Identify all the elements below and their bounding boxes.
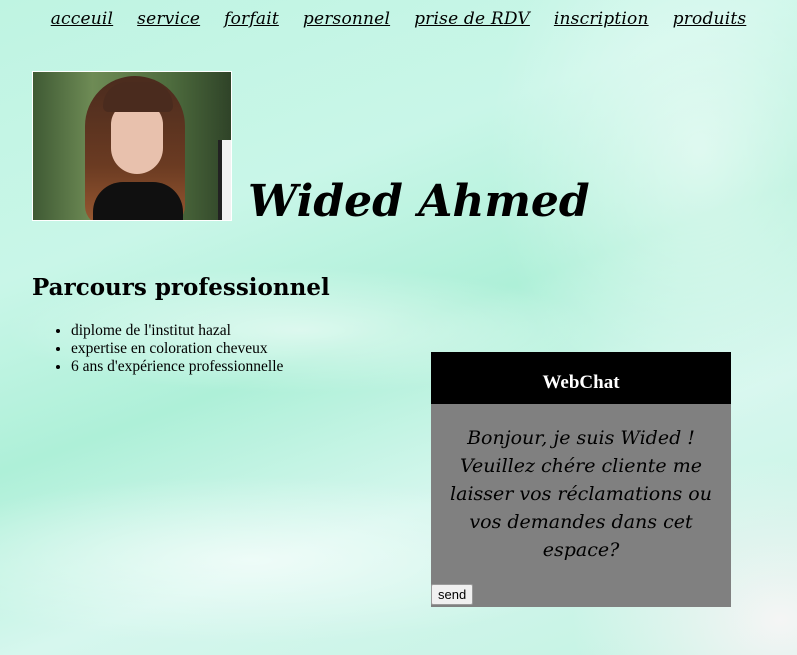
- webchat-message: Bonjour, je suis Wided ! Veuillez chére …: [450, 427, 712, 561]
- nav-link-personnel[interactable]: personnel: [303, 6, 390, 32]
- webchat-panel: WebChat Bonjour, je suis Wided ! Veuille…: [431, 352, 731, 607]
- nav-link-prise-de-rdv[interactable]: prise de RDV: [414, 6, 530, 32]
- career-item: 6 ans d'expérience professionnelle: [71, 358, 283, 376]
- photo-face: [111, 102, 163, 174]
- photo-background-panel: [218, 140, 231, 220]
- career-list: diplome de l'institut hazal expertise en…: [31, 322, 283, 376]
- career-title: Parcours professionnel: [32, 274, 330, 301]
- profile-photo: [32, 71, 232, 221]
- profile-name: Wided Ahmed: [248, 176, 590, 227]
- photo-shirt: [93, 182, 183, 220]
- nav-link-acceuil[interactable]: acceuil: [51, 6, 113, 32]
- career-item: expertise en coloration cheveux: [71, 340, 283, 358]
- send-button[interactable]: send: [431, 584, 474, 605]
- nav-link-service[interactable]: service: [137, 6, 200, 32]
- nav-link-inscription[interactable]: inscription: [554, 6, 649, 32]
- career-item: diplome de l'institut hazal: [71, 322, 283, 340]
- nav-link-forfait[interactable]: forfait: [224, 6, 279, 32]
- webchat-title: WebChat: [431, 352, 731, 404]
- main-nav: acceuil service forfait personnel prise …: [0, 6, 797, 32]
- nav-link-produits[interactable]: produits: [673, 6, 747, 32]
- photo-bangs: [103, 82, 173, 112]
